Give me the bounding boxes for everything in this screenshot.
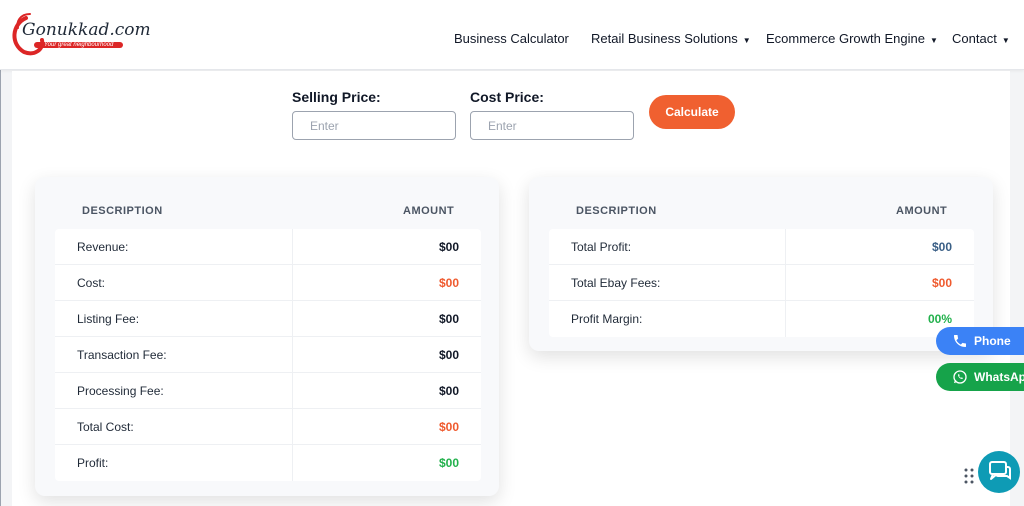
chat-button[interactable] <box>978 451 1020 493</box>
phone-icon <box>954 335 966 347</box>
description-header: DESCRIPTION <box>82 205 163 217</box>
row-amount: $00 <box>438 420 459 434</box>
row-description: Total Cost: <box>77 420 134 434</box>
table-row: Processing Fee: $00 <box>55 373 481 409</box>
table-row: Total Profit: $00 <box>549 229 974 265</box>
profit-summary-card: DESCRIPTION AMOUNT Total Profit: $00 Tota… <box>529 177 993 351</box>
table-row: Profit Margin: 00% <box>549 301 974 337</box>
amount-header: AMOUNT <box>896 205 948 217</box>
site-header: Gonukkad.com Your great neighbourhood Bu… <box>0 0 1024 70</box>
phone-label: Phone <box>974 334 1011 348</box>
phone-button[interactable]: Phone <box>936 327 1024 355</box>
row-amount: $00 <box>438 384 459 398</box>
table-row: Listing Fee: $00 <box>55 301 481 337</box>
nav-retail-business-solutions[interactable]: Retail Business Solutions ▼ <box>591 31 751 46</box>
description-header: DESCRIPTION <box>576 205 657 217</box>
selling-price-input[interactable] <box>292 111 456 140</box>
table-row: Revenue: $00 <box>55 229 481 265</box>
table-row: Profit: $00 <box>55 445 481 481</box>
row-description: Transaction Fee: <box>77 348 167 362</box>
cost-price-label: Cost Price: <box>470 89 544 105</box>
nav-label: Business Calculator <box>454 31 569 46</box>
row-description: Listing Fee: <box>77 312 140 326</box>
logo-tagline: Your great neighbourhood <box>34 42 124 48</box>
logo[interactable]: Gonukkad.com Your great neighbourhood <box>8 10 151 56</box>
table-row: Transaction Fee: $00 <box>55 337 481 373</box>
table-row: Cost: $00 <box>55 265 481 301</box>
table-row: Total Cost: $00 <box>55 409 481 445</box>
nav-label: Ecommerce Growth Engine <box>766 31 925 46</box>
caret-down-icon: ▼ <box>929 36 938 45</box>
cost-breakdown-card: DESCRIPTION AMOUNT Revenue: $00 Cost: $00 … <box>35 177 499 496</box>
caret-down-icon: ▼ <box>1001 36 1010 45</box>
profit-summary-table: Total Profit: $00 Total Ebay Fees: $00 Pro… <box>549 229 974 337</box>
row-description: Profit: <box>77 456 109 470</box>
row-description: Total Profit: <box>571 240 632 254</box>
row-amount: $00 <box>438 312 459 326</box>
selling-price-label: Selling Price: <box>292 89 381 105</box>
row-amount: 00% <box>927 312 952 326</box>
drag-handle-icon[interactable] <box>964 468 974 484</box>
cost-breakdown-table: Revenue: $00 Cost: $00 Listing Fee: $00 Tra… <box>55 229 481 481</box>
row-description: Processing Fee: <box>77 384 164 398</box>
row-amount: $00 <box>931 240 952 254</box>
row-description: Total Ebay Fees: <box>571 276 661 290</box>
nav-label: Contact <box>952 31 997 46</box>
row-description: Revenue: <box>77 240 129 254</box>
cost-price-input[interactable] <box>470 111 634 140</box>
whatsapp-icon <box>953 370 967 384</box>
amount-header: AMOUNT <box>403 205 455 217</box>
row-description: Cost: <box>77 276 106 290</box>
nav-ecommerce-growth-engine[interactable]: Ecommerce Growth Engine ▼ <box>766 31 938 46</box>
logo-name: Gonukkad.com <box>22 20 151 40</box>
nav-contact[interactable]: Contact ▼ <box>952 31 1010 46</box>
row-amount: $00 <box>931 276 952 290</box>
nav-label: Retail Business Solutions <box>591 31 738 46</box>
row-description: Profit Margin: <box>571 312 643 326</box>
calculate-button[interactable]: Calculate <box>649 95 735 129</box>
table-row: Total Ebay Fees: $00 <box>549 265 974 301</box>
whatsapp-label: WhatsApp <box>974 370 1024 384</box>
nav-business-calculator[interactable]: Business Calculator <box>454 31 569 46</box>
caret-down-icon: ▼ <box>742 36 751 45</box>
row-amount: $00 <box>438 456 459 470</box>
row-amount: $00 <box>438 240 459 254</box>
row-amount: $00 <box>438 276 459 290</box>
row-amount: $00 <box>438 348 459 362</box>
whatsapp-button[interactable]: WhatsApp <box>936 363 1024 391</box>
chat-bubble-icon <box>989 461 1011 480</box>
